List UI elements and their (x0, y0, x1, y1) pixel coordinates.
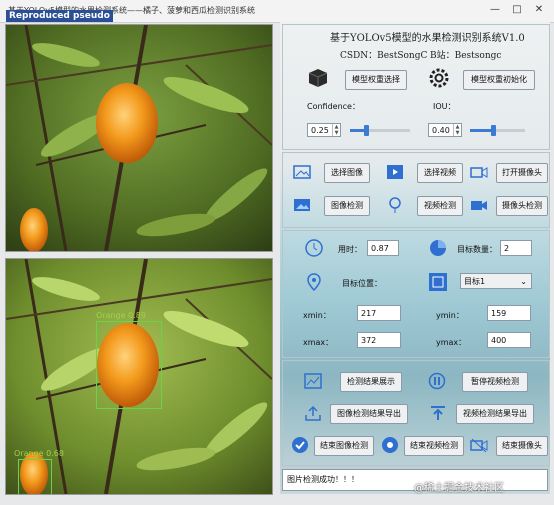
image-detect-icon (294, 199, 310, 211)
pause-video-button[interactable]: 暂停视频检测 (462, 372, 528, 392)
orange-fruit-small (20, 208, 48, 251)
export-video-button[interactable]: 视频检测结果导出 (456, 404, 534, 424)
confidence-value: 0.25 (311, 126, 329, 135)
close-button[interactable]: ✕ (530, 2, 548, 18)
orange-fruit-large (96, 83, 158, 163)
pause-icon (428, 372, 446, 390)
count-field[interactable]: 2 (500, 240, 532, 256)
detection-label-1: Orange 0.89 (96, 311, 146, 320)
iou-spinbox[interactable]: 0.40 ▲ ▼ (428, 123, 462, 137)
target-list-icon (429, 273, 447, 291)
confidence-label: Confidence： (307, 102, 360, 111)
confidence-slider[interactable] (350, 125, 410, 136)
csdn-label: CSDN：BestSongC (340, 51, 428, 61)
spin-arrows-icon[interactable]: ▲ ▼ (332, 124, 340, 136)
cube-icon (308, 69, 328, 87)
app-window: 基于YOLOv5模型的水果检测系统——橘子、菠萝和西瓜检测识别系统 — □ ✕ … (0, 0, 554, 505)
xmax-label: xmax： (303, 338, 334, 347)
result-image-view: Orange 0.89 Orange 0.68 (5, 258, 273, 495)
watermark-bottom: @稀土掘金技术社区 (414, 483, 504, 494)
detection-box-1 (96, 321, 162, 409)
xmin-label: xmin： (303, 311, 331, 320)
confidence-slider-handle[interactable] (364, 125, 369, 136)
original-image-view (5, 24, 273, 252)
upload-icon (305, 405, 321, 421)
detection-label-2: Orange 0.68 (14, 449, 64, 458)
ymax-label: ymax： (436, 338, 467, 347)
iou-value: 0.40 (432, 126, 450, 135)
xmin-field[interactable]: 217 (357, 305, 401, 321)
video-detect-button[interactable]: 视频检测 (417, 196, 463, 216)
minimize-button[interactable]: — (486, 2, 504, 18)
model-select-button[interactable]: 模型权重选择 (345, 70, 407, 90)
maximize-button[interactable]: □ (508, 2, 526, 18)
clock-icon (305, 239, 323, 257)
export-video-icon (431, 406, 445, 420)
end-video-button[interactable]: 结束视频检测 (404, 436, 464, 456)
iou-slider[interactable] (470, 125, 525, 136)
video-detect-icon (389, 197, 401, 213)
position-label: 目标位置： (342, 279, 382, 288)
camera-detect-icon (471, 201, 487, 210)
image-icon (293, 165, 311, 179)
confidence-spinbox[interactable]: 0.25 ▲ ▼ (307, 123, 341, 137)
ymin-field[interactable]: 159 (487, 305, 531, 321)
time-label: 用时： (338, 245, 362, 254)
chart-icon (304, 373, 322, 389)
ymax-field[interactable]: 400 (487, 332, 531, 348)
watermark-label: Reproduced pseudo (6, 10, 113, 22)
spin-arrows-icon[interactable]: ▲ ▼ (453, 124, 461, 136)
iou-slider-handle[interactable] (491, 125, 496, 136)
detection-box-2 (18, 459, 52, 494)
orange-tree-photo (6, 25, 272, 251)
location-pin-icon (307, 273, 321, 292)
end-image-button[interactable]: 结束图像检测 (314, 436, 374, 456)
show-results-button[interactable]: 检测结果展示 (340, 372, 402, 392)
select-image-button[interactable]: 选择图像 (324, 163, 370, 183)
check-icon (292, 437, 308, 453)
camera-detect-button[interactable]: 摄像头检测 (496, 196, 548, 216)
gear-icon (429, 68, 449, 88)
stop-camera-icon (470, 438, 488, 453)
bilibili-label: B站：Bestsongc (430, 51, 502, 61)
target-select[interactable]: 目标1 ⌄ (460, 273, 532, 289)
pie-icon (430, 240, 446, 256)
image-detect-button[interactable]: 图像检测 (324, 196, 370, 216)
end-camera-button[interactable]: 结束摄像头 (496, 436, 548, 456)
export-image-button[interactable]: 图像检测结果导出 (330, 404, 408, 424)
count-label: 目标数量： (457, 245, 497, 254)
chevron-down-icon: ⌄ (520, 277, 527, 286)
iou-slider-fill (470, 129, 492, 132)
app-heading: 基于YOLOv5模型的水果检测识别系统V1.0 (330, 33, 525, 44)
xmax-field[interactable]: 372 (357, 332, 401, 348)
model-init-button[interactable]: 模型权重初始化 (463, 70, 535, 90)
stop-video-icon (382, 437, 398, 453)
camera-icon (470, 167, 488, 178)
iou-label: IOU： (433, 102, 456, 111)
video-icon (387, 165, 403, 179)
time-field[interactable]: 0.87 (367, 240, 399, 256)
open-camera-button[interactable]: 打开摄像头 (496, 163, 548, 183)
ymin-label: ymin： (436, 311, 464, 320)
confidence-slider-fill (350, 129, 365, 132)
target-select-value: 目标1 (464, 277, 486, 286)
select-video-button[interactable]: 选择视频 (417, 163, 463, 183)
